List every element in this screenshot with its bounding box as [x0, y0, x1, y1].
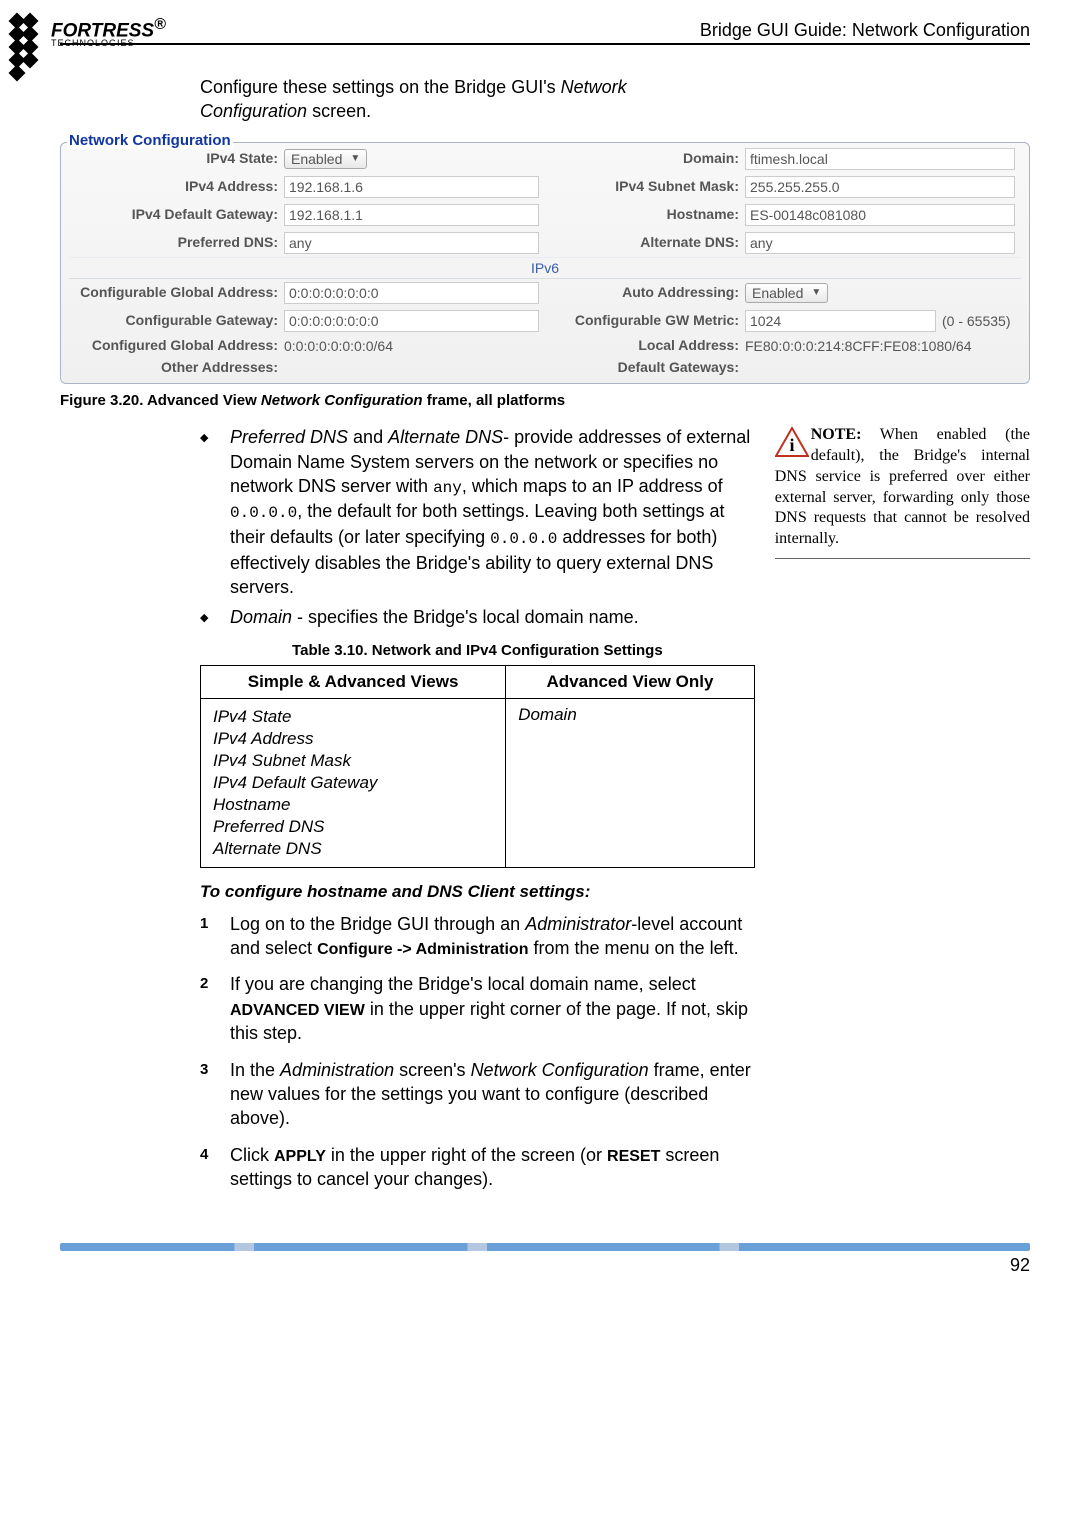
procedure-step: 1Log on to the Bridge GUI through an Adm… [200, 912, 755, 961]
subnet-mask-input[interactable] [745, 176, 1015, 198]
alternate-dns-input[interactable] [745, 232, 1015, 254]
ipv4-address-input[interactable] [284, 176, 539, 198]
brand-logo: FORTRESS® TECHNOLOGIES [10, 14, 166, 52]
gw-metric-hint: (0 - 65535) [942, 313, 1010, 329]
preferred-dns-input[interactable] [284, 232, 539, 254]
header-rule [60, 43, 1030, 45]
chevron-down-icon: ▼ [350, 153, 360, 164]
table-cell-item: IPv4 Default Gateway [213, 773, 493, 793]
step-body: In the Administration screen's Network C… [230, 1058, 755, 1131]
label-conf-global-addr: Configurable Global Address: [69, 285, 284, 300]
td-domain: Domain [518, 705, 577, 724]
th-simple-advanced: Simple & Advanced Views [201, 665, 506, 698]
chevron-down-icon: ▼ [811, 287, 821, 298]
step-number: 2 [200, 972, 230, 1045]
step-body: Log on to the Bridge GUI through an Admi… [230, 912, 755, 961]
table-row: Simple & Advanced ViewsAdvanced View Onl… [201, 665, 755, 698]
intro-text-c: screen. [307, 101, 371, 121]
note-box: i NOTE: When enabled (the default), the … [775, 425, 1030, 559]
info-warning-icon: i [775, 427, 809, 457]
label-hostname: Hostname: [545, 207, 745, 222]
label-conf-gateway: Configurable Gateway: [69, 313, 284, 328]
label-subnet-mask: IPv4 Subnet Mask: [545, 179, 745, 194]
auto-addressing-value: Enabled [752, 285, 803, 301]
th-advanced-only: Advanced View Only [506, 665, 755, 698]
label-gw-metric: Configurable GW Metric: [545, 313, 745, 328]
conf-global-addr-input[interactable] [284, 282, 539, 304]
configured-global-addr-value: 0:0:0:0:0:0:0:0/64 [284, 338, 393, 354]
hostname-input[interactable] [745, 204, 1015, 226]
auto-addressing-select[interactable]: Enabled ▼ [745, 283, 828, 303]
label-domain: Domain: [545, 151, 745, 166]
conf-gateway-input[interactable] [284, 310, 539, 332]
label-local-address: Local Address: [545, 338, 745, 353]
svg-text:i: i [789, 435, 794, 455]
label-preferred-dns: Preferred DNS: [69, 235, 284, 250]
label-ipv4-address: IPv4 Address: [69, 179, 284, 194]
ipv4-state-select[interactable]: Enabled ▼ [284, 149, 367, 169]
table-title: Table 3.10. Network and IPv4 Configurati… [200, 642, 755, 659]
logo-mark [10, 14, 48, 52]
table-cell-item: IPv4 Address [213, 729, 493, 749]
label-default-gateways: Default Gateways: [545, 360, 745, 375]
logo-text-2: TECHNOLOGIES [51, 40, 166, 48]
domain-input[interactable] [745, 148, 1015, 170]
step-number: 3 [200, 1058, 230, 1131]
table-cell-item: Preferred DNS [213, 817, 493, 837]
note-body: When enabled (the default), the Bridge's… [775, 426, 1030, 547]
local-address-value: FE80:0:0:0:214:8CFF:FE08:1080/64 [745, 338, 971, 354]
procedure-step: 2If you are changing the Bridge's local … [200, 972, 755, 1045]
note-lead: NOTE: [811, 426, 862, 443]
ipv4-state-value: Enabled [291, 151, 342, 167]
step-number: 4 [200, 1143, 230, 1192]
procedure-step: 4Click APPLY in the upper right of the s… [200, 1143, 755, 1192]
label-other-addresses: Other Addresses: [69, 360, 284, 375]
logo-reg: ® [154, 16, 166, 33]
running-head: Bridge GUI Guide: Network Configuration [60, 20, 1030, 41]
footer-rule [60, 1243, 1030, 1251]
procedure-title: To configure hostname and DNS Client set… [200, 882, 755, 902]
figure-caption: Figure 3.20. Advanced View Network Confi… [60, 392, 1030, 409]
label-auto-addressing: Auto Addressing: [545, 285, 745, 300]
frame-legend: Network Configuration [67, 132, 233, 149]
step-body: Click APPLY in the upper right of the sc… [230, 1143, 755, 1192]
procedure-step: 3In the Administration screen's Network … [200, 1058, 755, 1131]
table-row: IPv4 StateIPv4 AddressIPv4 Subnet MaskIP… [201, 698, 755, 867]
table-cell-item: Alternate DNS [213, 839, 493, 859]
default-gateway-input[interactable] [284, 204, 539, 226]
table-cell-item: Hostname [213, 795, 493, 815]
intro-text-a: Configure these settings on the Bridge G… [200, 77, 561, 97]
settings-table: Simple & Advanced ViewsAdvanced View Onl… [200, 665, 755, 868]
step-body: If you are changing the Bridge's local d… [230, 972, 755, 1045]
label-default-gateway: IPv4 Default Gateway: [69, 207, 284, 222]
table-cell-item: IPv4 Subnet Mask [213, 751, 493, 771]
step-number: 1 [200, 912, 230, 961]
network-config-frame: Network Configuration IPv4 State: Enable… [60, 142, 1030, 385]
label-alternate-dns: Alternate DNS: [545, 235, 745, 250]
gw-metric-input[interactable] [745, 310, 936, 332]
page-number: 92 [60, 1255, 1030, 1276]
label-configured-global-addr: Configured Global Address: [69, 338, 284, 353]
label-ipv4-state: IPv4 State: [69, 151, 284, 166]
bullet-preferred-dns: Preferred DNS and Alternate DNS- provide… [200, 425, 755, 599]
bullet-domain: Domain - specifies the Bridge's local do… [200, 605, 755, 629]
table-cell-item: IPv4 State [213, 707, 493, 727]
ipv6-separator: IPv6 [69, 257, 1021, 279]
